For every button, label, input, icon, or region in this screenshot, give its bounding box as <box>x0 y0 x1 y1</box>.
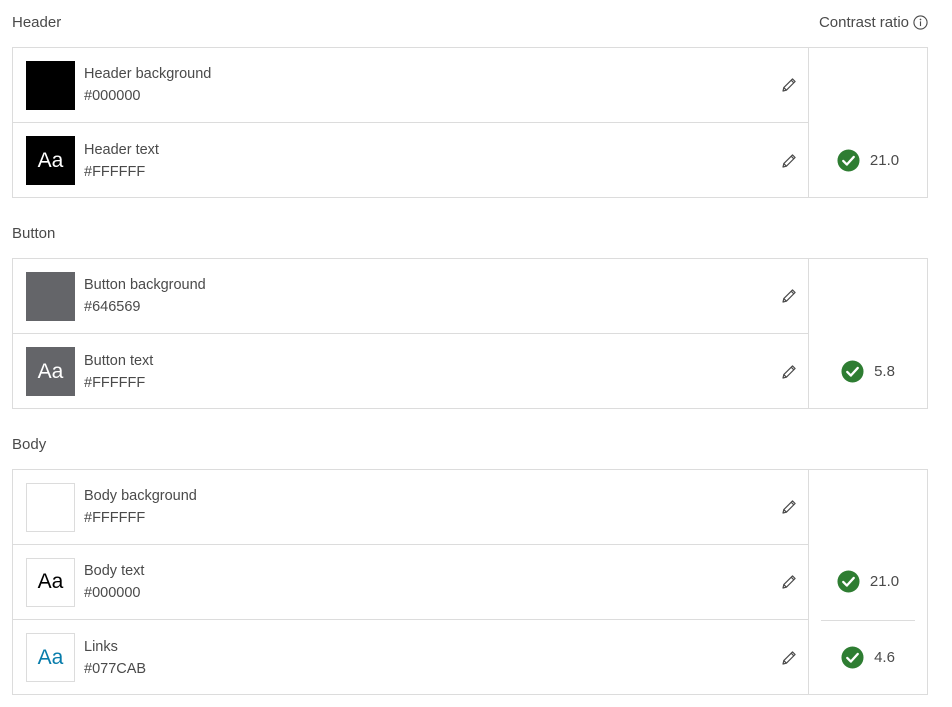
contrast-ratio-result: 5.8 <box>809 358 927 384</box>
color-row-button-background: Button background #646569 <box>13 259 808 334</box>
color-row-header-text: Aa Header text #FFFFFF <box>13 123 808 198</box>
edit-pencil-icon[interactable] <box>780 76 798 94</box>
color-group-body: Body background #FFFFFF Aa Body text #00… <box>12 469 928 695</box>
color-hex: #000000 <box>84 585 141 601</box>
check-circle-icon <box>841 359 864 383</box>
color-name: Body text <box>84 563 145 579</box>
contrast-ratio-label: Contrast ratio <box>818 14 909 31</box>
color-name: Button background <box>84 277 206 293</box>
contrast-ratio-value: 4.6 <box>874 648 895 666</box>
edit-pencil-icon[interactable] <box>780 649 798 667</box>
color-name: Links <box>84 638 118 655</box>
contrast-ratio-cell: 5.8 <box>809 259 927 408</box>
contrast-ratio-cell: 21.0 4.6 <box>809 470 927 694</box>
color-name: Body background <box>84 488 197 504</box>
color-name: Header text <box>84 141 159 158</box>
color-row-links: Aa Links #077CAB <box>13 620 808 695</box>
check-circle-icon <box>841 645 864 669</box>
color-swatch: Aa <box>26 347 75 396</box>
color-swatch: Aa <box>26 136 75 185</box>
edit-pencil-icon[interactable] <box>780 498 798 516</box>
ratio-divider <box>821 620 915 621</box>
check-circle-icon <box>837 148 860 172</box>
contrast-ratio-value: 21.0 <box>869 151 900 169</box>
color-hex: #FFFFFF <box>84 510 146 526</box>
contrast-ratio-result: 4.6 <box>809 644 927 670</box>
color-swatch <box>26 482 75 532</box>
color-group-button: Button background #646569 Aa Button text… <box>12 258 928 409</box>
color-swatch: Aa <box>26 557 75 607</box>
section-title-body: Body <box>12 436 47 453</box>
color-name: Button text <box>84 352 154 369</box>
color-hex: #FFFFFF <box>84 374 146 391</box>
color-hex: #077CAB <box>84 660 147 677</box>
color-swatch: Aa <box>26 633 75 682</box>
color-hex: #646569 <box>84 299 141 315</box>
edit-pencil-icon[interactable] <box>780 363 798 381</box>
color-group-header: Header background #000000 Aa Header text… <box>12 47 928 198</box>
edit-pencil-icon[interactable] <box>780 573 798 591</box>
contrast-ratio-header: Contrast ratio <box>819 14 928 31</box>
contrast-ratio-cell: 21.0 <box>809 48 927 197</box>
color-row-body-text: Aa Body text #000000 <box>13 545 808 620</box>
section-title-header: Header <box>12 14 62 31</box>
color-row-button-text: Aa Button text #FFFFFF <box>13 334 808 409</box>
contrast-ratio-value: 5.8 <box>874 362 895 380</box>
color-hex: #FFFFFF <box>84 163 146 180</box>
check-circle-icon <box>837 569 860 593</box>
contrast-ratio-result: 21.0 <box>809 147 927 173</box>
section-title-button: Button <box>12 225 56 242</box>
edit-pencil-icon[interactable] <box>780 287 798 305</box>
edit-pencil-icon[interactable] <box>780 152 798 170</box>
contrast-ratio-value: 21.0 <box>869 572 900 590</box>
contrast-ratio-result: 21.0 <box>809 568 927 594</box>
color-swatch <box>26 271 75 321</box>
color-row-header-background: Header background #000000 <box>13 48 808 123</box>
color-swatch <box>26 60 75 110</box>
color-hex: #000000 <box>84 88 141 104</box>
color-row-body-background: Body background #FFFFFF <box>13 470 808 545</box>
info-icon[interactable] <box>913 15 928 30</box>
color-name: Header background <box>84 66 212 82</box>
